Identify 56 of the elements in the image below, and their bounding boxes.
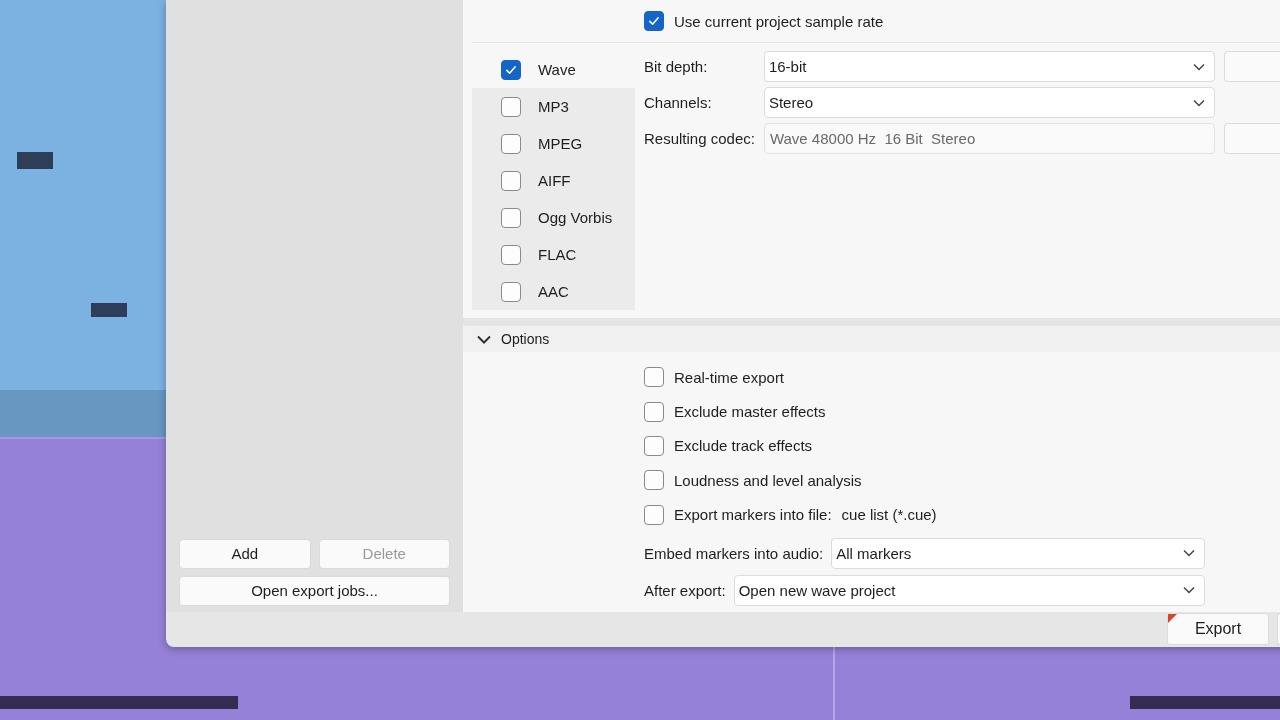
checkbox[interactable] — [501, 244, 521, 265]
format-label: Wave — [538, 61, 576, 78]
field-label: Channels: — [644, 94, 713, 111]
marker-format-text: cue list (*.cue) — [841, 506, 937, 524]
checkbox-label: Loudness and level analysis — [674, 471, 862, 489]
checkbox-label: Real-time export — [674, 368, 785, 386]
checkmark-icon — [647, 14, 661, 28]
checkbox[interactable] — [644, 435, 664, 456]
format-item[interactable]: MP3 — [472, 88, 635, 125]
format-item[interactable]: FLAC — [472, 236, 635, 273]
format-label: AIFF — [538, 172, 571, 189]
checkbox[interactable] — [501, 281, 521, 302]
export-button[interactable]: Export — [1167, 613, 1269, 646]
clip-block — [91, 303, 127, 317]
section-title: Options — [501, 331, 550, 347]
format-item[interactable]: AAC — [472, 273, 635, 310]
chevron-down-icon — [1193, 62, 1205, 71]
checkbox[interactable] — [644, 504, 664, 525]
chevron-down-icon — [1183, 549, 1195, 558]
format-label: FLAC — [538, 246, 577, 263]
field-label: Embed markers into audio: — [644, 544, 824, 562]
format-item[interactable]: MPEG — [472, 125, 635, 162]
format-item[interactable]: AIFF — [472, 162, 635, 199]
clip-block — [17, 152, 53, 169]
codec-field: Wave 48000 Hz 16 Bit Stereo — [763, 123, 1215, 154]
checkbox[interactable] — [501, 96, 521, 117]
checkbox[interactable] — [501, 207, 521, 228]
dropdown[interactable]: Open new wave project — [733, 574, 1205, 606]
dropdown[interactable]: 16-bit — [763, 51, 1215, 82]
job-button[interactable]: Add — [179, 538, 311, 569]
checkbox-label: Exclude master effects — [674, 403, 826, 421]
checkbox[interactable] — [644, 367, 664, 388]
checkbox[interactable] — [644, 470, 664, 491]
checkbox[interactable] — [644, 401, 664, 422]
format-label: MPEG — [538, 135, 583, 152]
format-label: AAC — [538, 283, 569, 300]
dropdown[interactable]: All markers — [831, 537, 1205, 569]
checkbox[interactable] — [501, 59, 521, 80]
checkbox-label: Export markers into file: — [674, 506, 832, 524]
checkbox[interactable] — [501, 133, 521, 154]
field-label: After export: — [644, 581, 726, 599]
chevron-down-icon — [1193, 98, 1205, 107]
options-header[interactable]: Options — [463, 326, 1280, 352]
format-label: Ogg Vorbis — [538, 209, 613, 226]
checkbox-label: Exclude track effects — [674, 437, 813, 455]
format-item[interactable]: Wave — [472, 51, 635, 88]
checkbox[interactable] — [501, 170, 521, 191]
field-label: Resulting codec: — [644, 130, 755, 147]
checkbox[interactable] — [644, 11, 664, 31]
format-item[interactable]: Ogg Vorbis — [472, 199, 635, 236]
chevron-down-icon — [1183, 586, 1195, 595]
dropdown[interactable]: Stereo — [763, 87, 1215, 118]
format-label: MP3 — [538, 98, 569, 115]
field-label: Bit depth: — [644, 58, 709, 75]
open-jobs-button[interactable]: Open export jobs... — [179, 575, 450, 606]
checkbox-label: Use current project sample rate — [674, 12, 884, 30]
